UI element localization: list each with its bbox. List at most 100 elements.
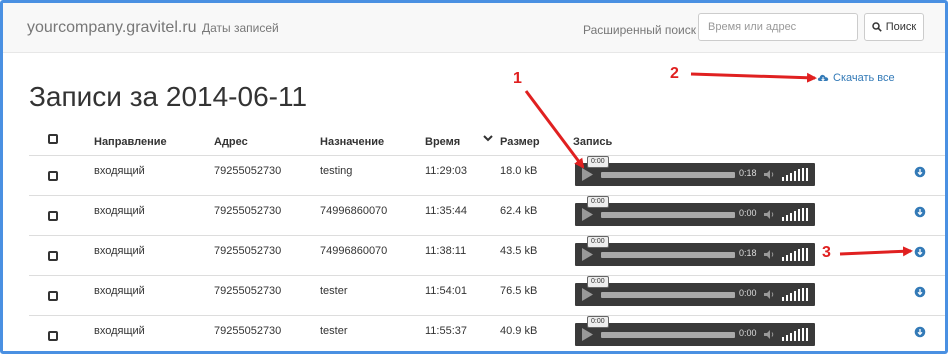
time-float-label: 0:00 [587, 196, 609, 208]
cell-address: 79255052730 [214, 245, 282, 257]
volume-slider[interactable] [782, 248, 810, 261]
cell-time: 11:35:44 [425, 205, 468, 217]
download-icon[interactable] [914, 326, 926, 338]
current-time: 0:00 [739, 288, 757, 298]
search-button-label: Поиск [885, 21, 917, 33]
col-recording: Запись [573, 136, 613, 148]
progress-track[interactable] [601, 212, 735, 218]
cell-time: 11:38:11 [425, 245, 467, 257]
volume-slider[interactable] [782, 328, 810, 341]
navbar: yourcompany.gravitel.ru Даты записей Рас… [3, 3, 945, 53]
current-time: 0:00 [739, 328, 757, 338]
cell-address: 79255052730 [214, 325, 282, 337]
search-icon [872, 22, 882, 32]
play-icon[interactable] [580, 247, 594, 262]
cell-direction: входящий [94, 205, 145, 217]
volume-icon[interactable] [763, 329, 775, 340]
advanced-search-link[interactable]: Расширенный поиск [583, 23, 696, 37]
download-all-label: Скачать все [833, 72, 895, 84]
volume-icon[interactable] [763, 209, 775, 220]
volume-slider[interactable] [782, 208, 810, 221]
volume-slider[interactable] [782, 168, 810, 181]
progress-track[interactable] [601, 252, 735, 258]
cell-address: 79255052730 [214, 165, 282, 177]
cell-destination: testing [320, 165, 353, 177]
time-float-label: 0:00 [587, 276, 609, 288]
volume-icon[interactable] [763, 289, 775, 300]
audio-player: 0:00 0:18 [575, 156, 815, 186]
table-row: входящий 79255052730 tester 11:54:01 76.… [3, 276, 945, 316]
cell-size: 76.5 kB [500, 285, 538, 297]
annotation-arrow-2 [690, 72, 817, 83]
cell-time: 11:29:03 [425, 165, 468, 177]
row-checkbox[interactable] [48, 251, 58, 261]
volume-icon[interactable] [763, 249, 775, 260]
brand-link[interactable]: yourcompany.gravitel.ru [27, 19, 197, 37]
select-all-checkbox[interactable] [48, 134, 58, 144]
chevron-down-icon[interactable] [482, 133, 494, 143]
download-icon[interactable] [914, 166, 926, 178]
volume-slider[interactable] [782, 288, 810, 301]
play-icon[interactable] [580, 327, 594, 342]
progress-track[interactable] [601, 292, 735, 298]
audio-player: 0:00 0:00 [575, 276, 815, 306]
cell-destination: tester [320, 325, 348, 337]
col-time[interactable]: Время [425, 136, 460, 148]
app-window: yourcompany.gravitel.ru Даты записей Рас… [0, 0, 948, 354]
search-button[interactable]: Поиск [864, 13, 924, 41]
row-checkbox[interactable] [48, 171, 58, 181]
cell-size: 43.5 kB [500, 245, 538, 257]
download-icon[interactable] [914, 246, 926, 258]
nav-link-dates[interactable]: Даты записей [202, 21, 279, 35]
cell-size: 62.4 kB [500, 205, 538, 217]
table-row: входящий 79255052730 testing 11:29:03 18… [3, 156, 945, 196]
table-row: входящий 79255052730 74996860070 11:35:4… [3, 196, 945, 236]
search-input[interactable] [698, 13, 858, 41]
download-icon[interactable] [914, 206, 926, 218]
annotation-label-1: 1 [513, 70, 522, 87]
volume-icon[interactable] [763, 169, 775, 180]
cell-direction: входящий [94, 325, 145, 337]
progress-track[interactable] [601, 172, 735, 178]
page-title: Записи за 2014-06-11 [29, 81, 308, 112]
table-row: входящий 79255052730 tester 11:55:37 40.… [3, 316, 945, 351]
cell-destination: 74996860070 [320, 245, 388, 257]
time-float-label: 0:00 [587, 156, 609, 168]
cell-direction: входящий [94, 245, 145, 257]
progress-track[interactable] [601, 332, 735, 338]
audio-player: 0:00 0:18 [575, 236, 815, 266]
play-icon[interactable] [580, 167, 594, 182]
time-float-label: 0:00 [587, 316, 609, 328]
row-checkbox[interactable] [48, 331, 58, 341]
cell-direction: входящий [94, 165, 145, 177]
cell-destination: tester [320, 285, 348, 297]
audio-player: 0:00 0:00 [575, 196, 815, 226]
current-time: 0:18 [739, 168, 757, 178]
row-checkbox[interactable] [48, 211, 58, 221]
col-size: Размер [500, 136, 540, 148]
table-row: входящий 79255052730 74996860070 11:38:1… [3, 236, 945, 276]
annotation-label-2: 2 [670, 65, 679, 82]
cell-size: 40.9 kB [500, 325, 538, 337]
row-checkbox[interactable] [48, 291, 58, 301]
col-address: Адрес [214, 136, 248, 148]
play-icon[interactable] [580, 287, 594, 302]
download-all-link[interactable]: Скачать все [817, 72, 895, 84]
cell-size: 18.0 kB [500, 165, 538, 177]
cell-address: 79255052730 [214, 205, 282, 217]
cell-time: 11:54:01 [425, 285, 468, 297]
play-icon[interactable] [580, 207, 594, 222]
cell-time: 11:55:37 [425, 325, 468, 337]
cloud-download-icon [817, 74, 829, 82]
download-icon[interactable] [914, 286, 926, 298]
audio-player: 0:00 0:00 [575, 316, 815, 346]
time-float-label: 0:00 [587, 236, 609, 248]
col-destination: Назначение [320, 136, 385, 148]
current-time: 0:00 [739, 208, 757, 218]
current-time: 0:18 [739, 248, 757, 258]
annotation-label-3: 3 [822, 244, 831, 261]
cell-destination: 74996860070 [320, 205, 388, 217]
col-direction: Направление [94, 136, 167, 148]
cell-address: 79255052730 [214, 285, 282, 297]
cell-direction: входящий [94, 285, 145, 297]
